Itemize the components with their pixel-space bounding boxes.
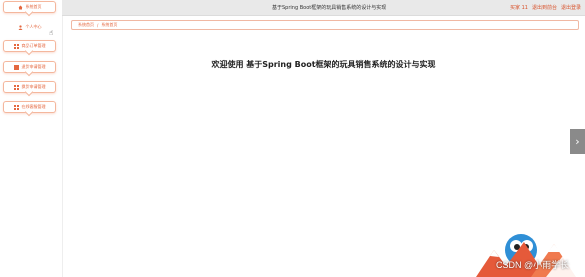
grid-icon — [13, 84, 19, 90]
home-icon — [18, 5, 23, 10]
app-title: 基于Spring Boot框架的玩具销售系统的设计与实现 — [272, 5, 387, 11]
breadcrumb-home[interactable]: 系统首页 — [78, 22, 94, 28]
grid-icon — [13, 104, 19, 110]
breadcrumb: 系统首页 / 系统首页 — [71, 20, 579, 30]
sidebar-item-label: 退货申请管理 — [21, 64, 46, 69]
sidebar-item-customer-service[interactable]: 在线客服管理 — [3, 101, 56, 117]
watermark-text: CSDN @小雨学长 — [496, 260, 570, 270]
user-icon — [18, 24, 23, 30]
sidebar-item-exchanges[interactable]: 换货申请管理 — [3, 81, 56, 97]
user-name-link[interactable]: 买家 11 — [510, 4, 528, 11]
go-to-frontend-link[interactable]: 退出到前台 — [532, 4, 557, 11]
welcome-heading: 欢迎使用 基于Spring Boot框架的玩具销售系统的设计与实现 — [211, 60, 436, 69]
sidebar-item-label: 换货申请管理 — [21, 84, 46, 89]
top-links: 买家 11 退出到前台 退出登录 — [510, 4, 581, 11]
top-bar: 基于Spring Boot框架的玩具销售系统的设计与实现 买家 11 退出到前台… — [62, 0, 585, 16]
sidebar-item-home[interactable]: 系统首页 — [3, 1, 56, 17]
sidebar-item-label: 在线客服管理 — [21, 104, 46, 109]
breadcrumb-current: 系统首页 — [101, 22, 118, 27]
breadcrumb-separator: / — [97, 22, 99, 28]
sidebar-item-returns[interactable]: 退货申请管理 — [3, 61, 56, 77]
sidebar-item-label: 商品订单管理 — [21, 43, 46, 48]
sidebar-item-orders[interactable]: 商品订单管理 — [3, 40, 56, 56]
logout-link[interactable]: 退出登录 — [561, 4, 581, 11]
grid-icon — [13, 43, 19, 49]
grid-icon — [13, 64, 19, 70]
chevron-right-icon[interactable]: › — [570, 129, 585, 154]
hand-cursor-icon: ☝ — [49, 29, 54, 37]
sidebar: 系统首页 个人中心 ☝ 商品订单管理 退货申请管理 换货申请管理 在线客服管理 — [0, 0, 63, 277]
sidebar-item-label: 个人中心 — [25, 24, 42, 29]
